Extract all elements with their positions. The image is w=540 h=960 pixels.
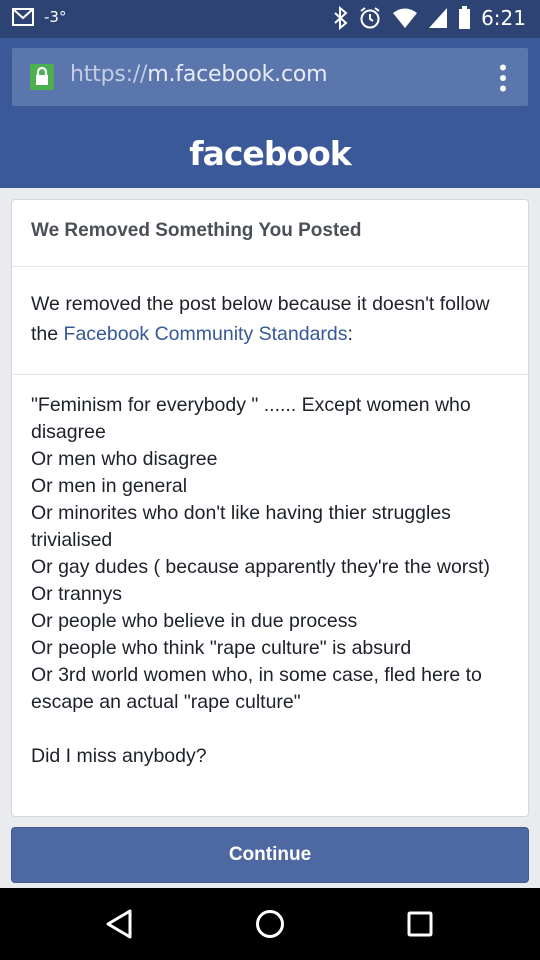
post-line: Or people who think "rape culture" is ab… [31,637,412,659]
temperature: -3° [44,8,67,26]
url-host: m.facebook.com [147,62,328,87]
post-line: Or minorites who don't like having thier… [31,502,457,551]
url-text[interactable]: https://m.facebook.com [70,62,328,87]
notice-title: We Removed Something You Posted [31,220,362,241]
url-bar[interactable]: https://m.facebook.com [12,48,528,106]
facebook-header: facebook [0,120,540,188]
post-line: Or men who disagree [31,448,218,470]
overflow-menu-icon[interactable] [498,64,508,92]
browser-toolbar: https://m.facebook.com [0,38,540,120]
post-closing: Did I miss anybody? [31,745,207,767]
status-bar: -3° 6:21 [0,0,540,38]
bluetooth-icon [334,6,348,30]
wifi-icon [393,8,418,28]
removed-post: "Feminism for everybody " ...... Except … [31,392,521,770]
url-scheme: https:// [70,62,148,87]
back-icon[interactable] [102,906,138,942]
divider [12,374,528,375]
post-line: "Feminism for everybody " ...... Except … [31,394,477,443]
clock: 6:21 [481,6,526,30]
post-line: Or men in general [31,475,188,497]
signal-icon [429,8,448,28]
status-left: -3° [12,8,66,26]
alarm-icon [360,7,380,29]
navigation-bar [0,888,540,960]
post-line: Or 3rd world women who, in some case, fl… [31,664,488,713]
removal-notice-card: We Removed Something You Posted We remov… [11,199,529,817]
status-right: 6:21 [334,6,526,30]
intro-suffix: : [347,323,353,345]
facebook-logo[interactable]: facebook [0,134,540,173]
continue-button[interactable]: Continue [11,827,529,883]
post-line: Or trannys [31,583,123,605]
battery-icon [459,6,471,29]
divider [12,266,528,267]
post-line: Or people who believe in due process [31,610,358,632]
notice-intro: We removed the post below because it doe… [31,289,511,349]
lock-icon [30,64,54,90]
post-line: Or gay dudes ( because apparently they'r… [31,556,490,578]
gmail-icon [12,8,34,26]
community-standards-link[interactable]: Facebook Community Standards [64,323,348,345]
recents-icon[interactable] [402,906,438,942]
home-icon[interactable] [252,906,288,942]
